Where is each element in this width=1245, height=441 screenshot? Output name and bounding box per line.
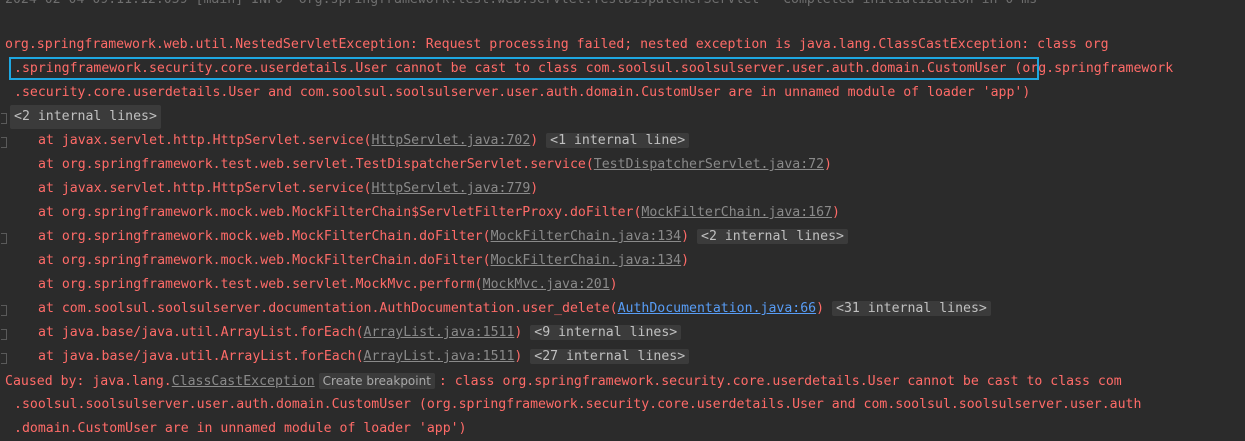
exception-line-3: .security.core.userdetails.User and com.… <box>14 85 1031 100</box>
stack-frame-row: at java.base/java.util.ArrayList.forEach… <box>0 321 1245 345</box>
source-file-link[interactable]: ArrayList.java:1511 <box>364 325 515 340</box>
console-output: 2024-02-04 09:11:12.059 [main] INFO org.… <box>0 0 1245 439</box>
source-file-link[interactable]: HttpServlet.java:702 <box>371 133 530 148</box>
fold-gutter-icon[interactable] <box>1 353 7 364</box>
stack-frame-row: at org.springframework.mock.web.MockFilt… <box>0 225 1245 249</box>
internal-lines-fold[interactable]: <1 internal line> <box>546 133 690 148</box>
source-file-link[interactable]: HttpServlet.java:779 <box>371 181 530 196</box>
fold-gutter-icon[interactable] <box>1 113 7 124</box>
stack-frame-row: at javax.servlet.http.HttpServlet.servic… <box>0 129 1245 153</box>
internal-lines-fold-row: <2 internal lines> <box>0 105 1245 129</box>
fold-gutter-icon[interactable] <box>1 305 7 316</box>
internal-lines-fold[interactable]: <9 internal lines> <box>530 325 682 340</box>
stack-frame-row: at org.springframework.mock.web.MockFilt… <box>38 205 840 220</box>
stack-frame-row: at org.springframework.test.web.servlet.… <box>38 157 832 172</box>
internal-lines-fold[interactable]: <31 internal lines> <box>832 301 991 316</box>
stack-frame-method: at javax.servlet.http.HttpServlet.servic… <box>38 181 372 196</box>
stack-frame-row: at org.springframework.mock.web.MockFilt… <box>38 253 690 268</box>
source-file-link[interactable]: AuthDocumentation.java:66 <box>618 301 817 316</box>
source-file-link[interactable]: TestDispatcherServlet.java:72 <box>594 157 824 172</box>
internal-lines-fold[interactable]: <27 internal lines> <box>530 349 690 364</box>
source-file-link[interactable]: ArrayList.java:1511 <box>364 349 515 364</box>
log-line-info: 2024-02-04 09:11:12.059 [main] INFO org.… <box>0 0 1245 12</box>
source-file-link[interactable]: MockFilterChain.java:134 <box>491 229 682 244</box>
stack-frame-row: at javax.servlet.http.HttpServlet.servic… <box>38 181 539 196</box>
stack-frame-row: at java.base/java.util.ArrayList.forEach… <box>0 345 1245 369</box>
stack-frame-method: at javax.servlet.http.HttpServlet.servic… <box>38 133 372 148</box>
fold-gutter-icon[interactable] <box>1 137 7 148</box>
stack-frame-method: at java.base/java.util.ArrayList.forEach… <box>38 349 364 364</box>
exception-line-1: org.springframework.web.util.NestedServl… <box>5 37 1109 52</box>
stack-frame-method: at org.springframework.test.web.servlet.… <box>38 277 483 292</box>
stack-frame-method: at org.springframework.mock.web.MockFilt… <box>38 229 491 244</box>
stack-frame-method: at org.springframework.mock.web.MockFilt… <box>38 205 642 220</box>
selection-highlight-box <box>9 57 1039 80</box>
stack-frame-method: at java.base/java.util.ArrayList.forEach… <box>38 325 364 340</box>
stack-frame-method: at org.springframework.mock.web.MockFilt… <box>38 253 491 268</box>
fold-gutter-icon[interactable] <box>1 329 7 340</box>
source-file-link[interactable]: MockMvc.java:201 <box>483 277 610 292</box>
caused-by-line-2: .soolsul.soolsulserver.user.auth.domain.… <box>14 397 1142 412</box>
fold-gutter-icon[interactable] <box>1 233 7 244</box>
exception-class-link[interactable]: ClassCastException <box>172 374 315 389</box>
caused-by-line-1: Caused by: java.lang.ClassCastException C… <box>5 373 1122 389</box>
stack-frame-method: at com.soolsul.soolsulserver.documentati… <box>38 301 618 316</box>
source-file-link[interactable]: MockFilterChain.java:167 <box>641 205 832 220</box>
source-file-link[interactable]: MockFilterChain.java:134 <box>491 253 682 268</box>
internal-lines-fold[interactable]: <2 internal lines> <box>697 229 848 244</box>
create-breakpoint-hint[interactable]: Create breakpoint <box>318 373 435 389</box>
caused-by-line-3: .domain.CustomUser are in unnamed module… <box>14 421 467 436</box>
stack-frame-row: at com.soolsul.soolsulserver.documentati… <box>0 297 1245 321</box>
stack-frame-method: at org.springframework.test.web.servlet.… <box>38 157 594 172</box>
internal-lines-fold[interactable]: <2 internal lines> <box>10 105 161 129</box>
stack-frame-row: at org.springframework.test.web.servlet.… <box>38 277 618 292</box>
